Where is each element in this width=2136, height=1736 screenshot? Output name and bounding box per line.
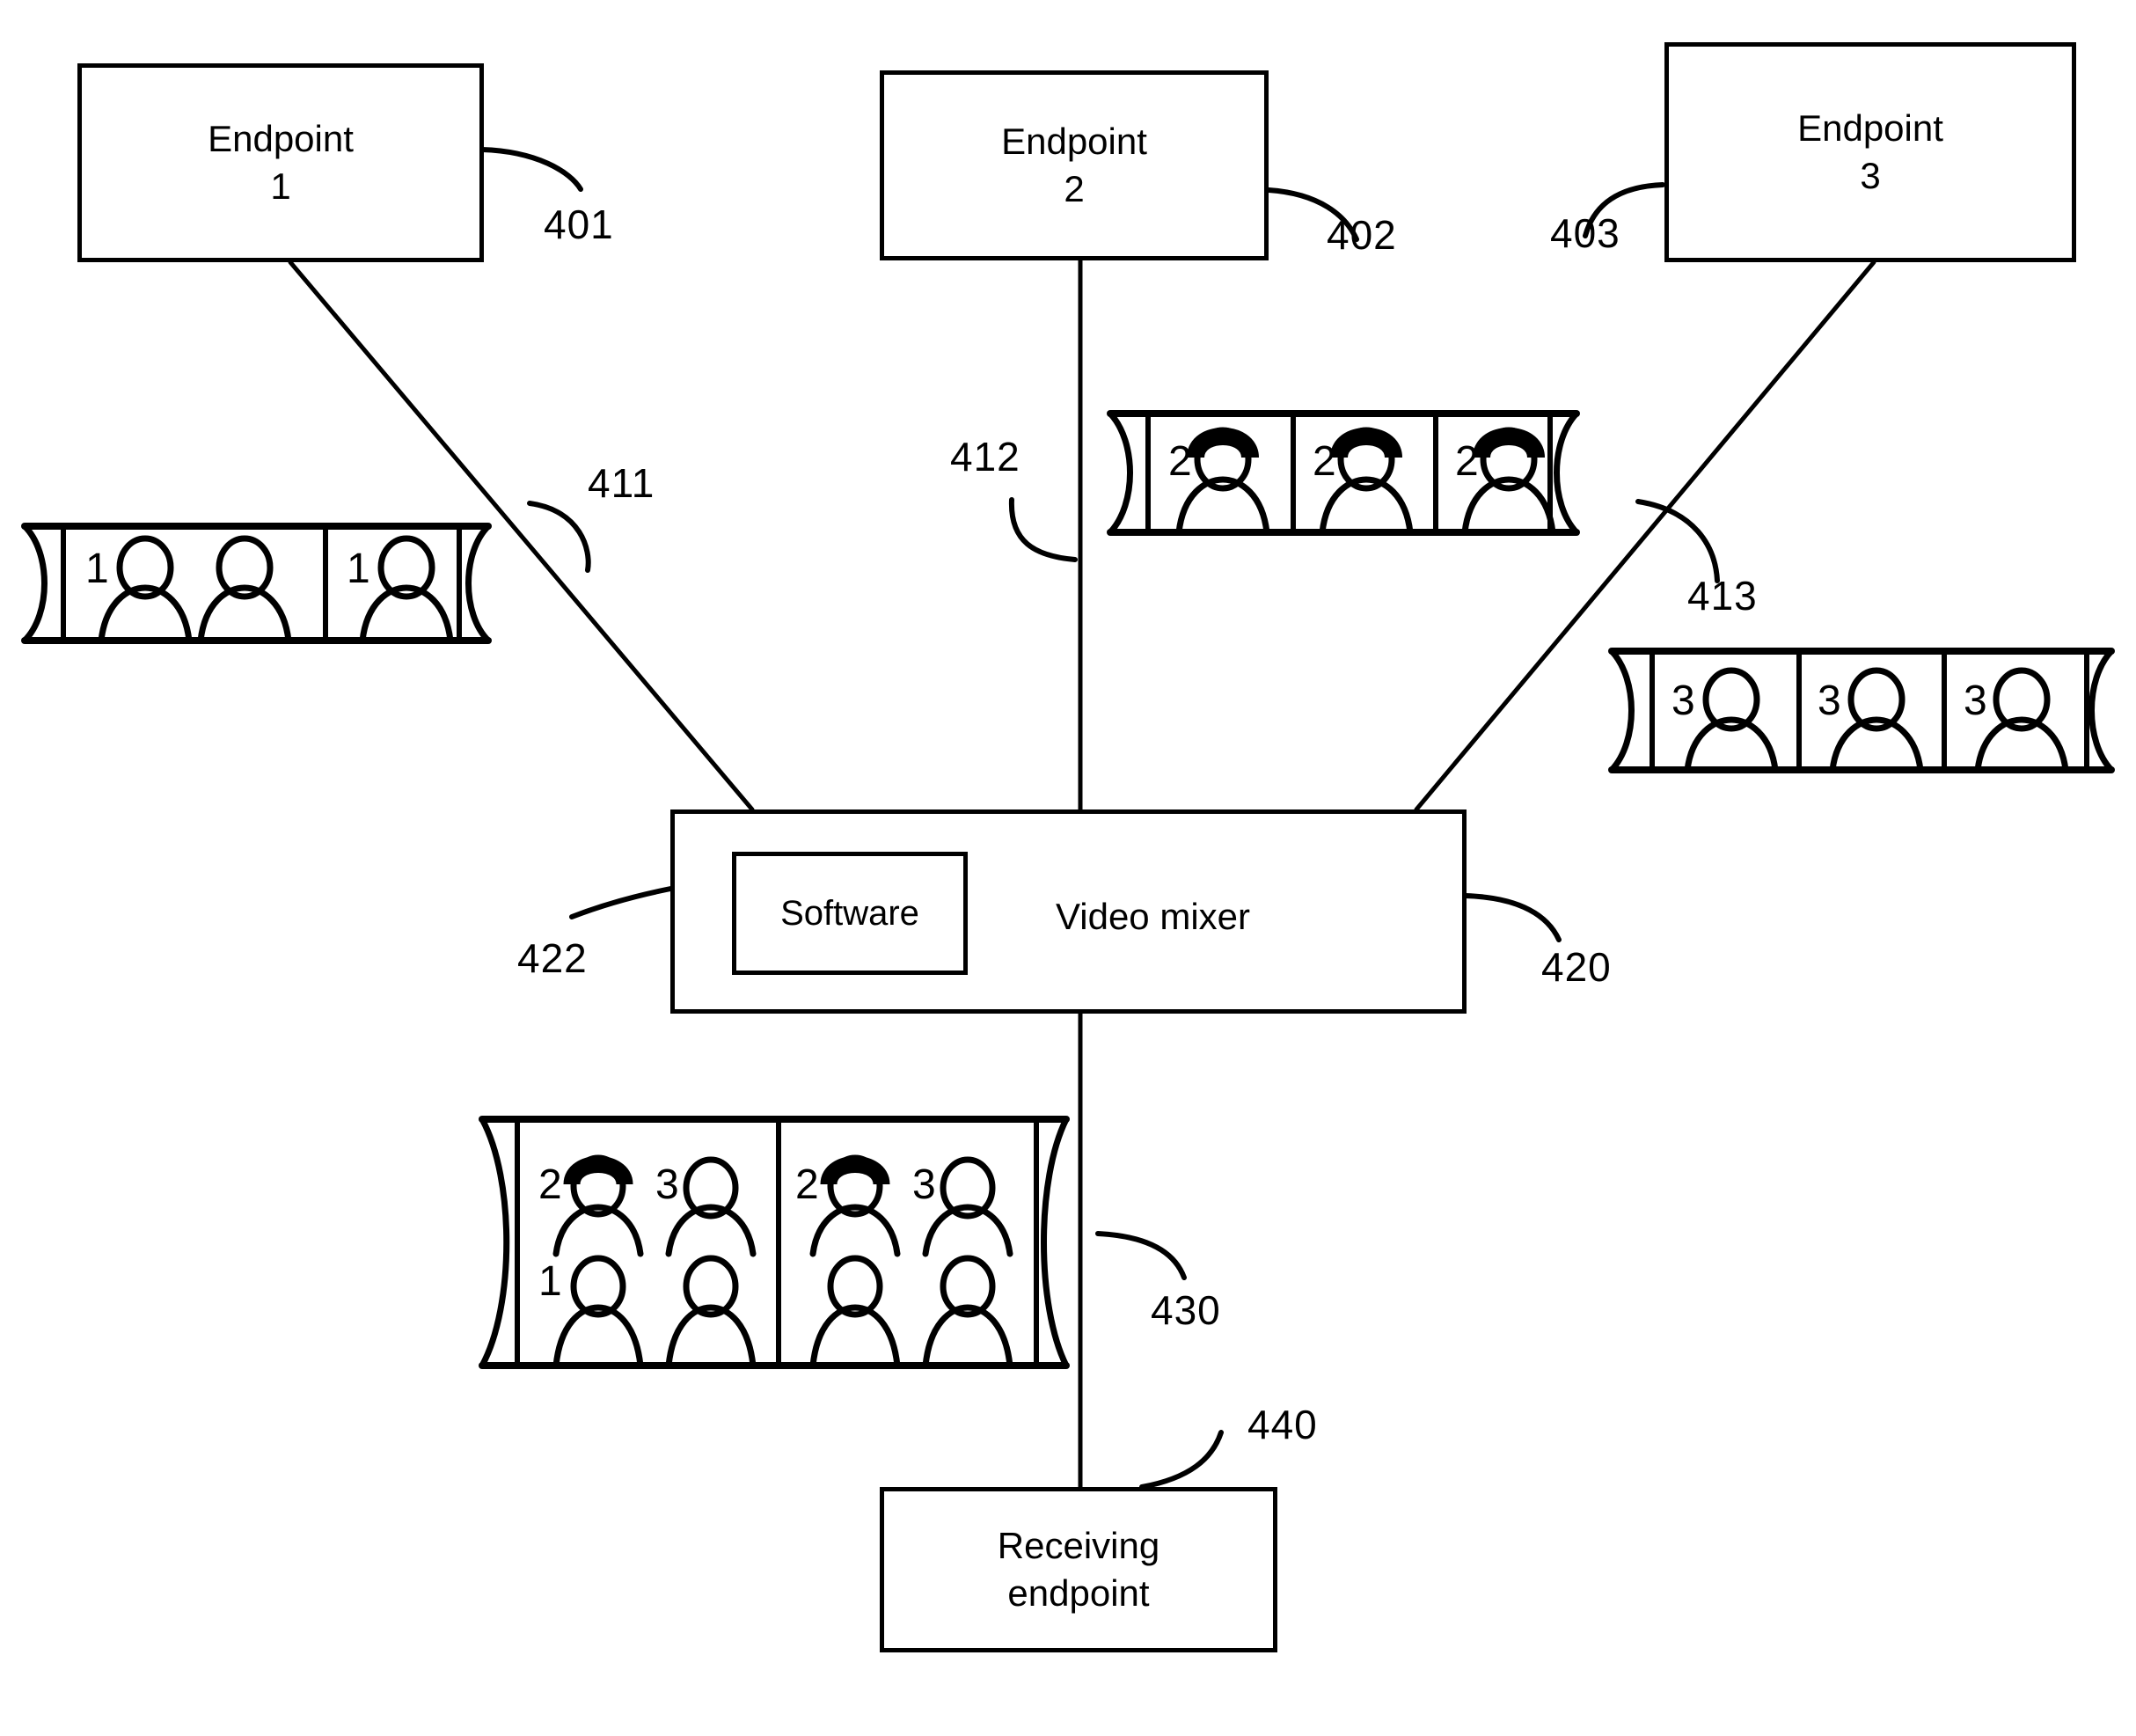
endpoint-2-title: Endpoint xyxy=(1001,121,1147,163)
receiving-endpoint-subtitle: endpoint xyxy=(1007,1572,1150,1614)
ref-number-401: 401 xyxy=(544,201,614,247)
receiving-endpoint-title: Receiving xyxy=(997,1525,1160,1567)
receiving-endpoint-box[interactable]: Receiving endpoint xyxy=(880,1487,1277,1652)
video-stream-430-composite xyxy=(482,1119,1066,1366)
endpoint-1-number: 1 xyxy=(270,165,291,207)
ref-number-412: 412 xyxy=(950,434,1020,480)
ref-number-402: 402 xyxy=(1327,212,1397,258)
video-stream-411 xyxy=(25,526,488,641)
ref-number-430: 430 xyxy=(1151,1287,1221,1333)
software-label: Software xyxy=(780,893,919,933)
leader-401 xyxy=(479,147,583,192)
ref-number-403: 403 xyxy=(1550,210,1620,256)
leader-412 xyxy=(1008,497,1078,562)
ref-number-440: 440 xyxy=(1247,1402,1318,1447)
leader-430 xyxy=(1095,1231,1187,1280)
endpoint-1-box[interactable]: Endpoint 1 xyxy=(77,63,484,262)
video-mixer-label: Video mixer xyxy=(1056,896,1250,937)
leader-420 xyxy=(1462,893,1562,942)
leader-411 xyxy=(527,501,591,573)
ref-number-420: 420 xyxy=(1541,944,1612,990)
leader-440 xyxy=(1139,1430,1224,1490)
endpoint-2-box[interactable]: Endpoint 2 xyxy=(880,70,1269,260)
ref-number-413: 413 xyxy=(1687,573,1758,619)
leader-413 xyxy=(1635,499,1720,583)
ref-number-422: 422 xyxy=(517,935,588,981)
endpoint-3-number: 3 xyxy=(1860,155,1881,196)
video-stream-412 xyxy=(1110,414,1576,532)
ref-number-411: 411 xyxy=(588,460,655,506)
endpoint-3-title: Endpoint xyxy=(1797,107,1943,150)
video-stream-413 xyxy=(1612,651,2111,770)
endpoint-3-box[interactable]: Endpoint 3 xyxy=(1664,42,2076,262)
endpoint-2-number: 2 xyxy=(1064,168,1085,209)
figure-canvas: 1 1 2 2 2 3 3 3 2 3 1 2 3 Endpoint 1 401… xyxy=(0,0,2136,1736)
software-module-box[interactable]: Software xyxy=(732,852,968,975)
endpoint-1-title: Endpoint xyxy=(208,118,354,160)
